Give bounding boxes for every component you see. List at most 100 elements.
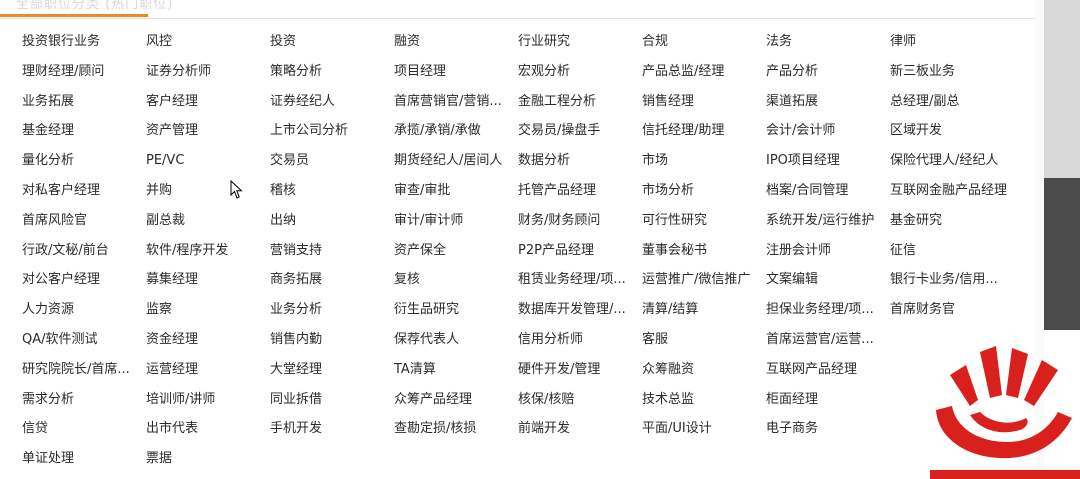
job-category-link[interactable]: 基金经理 [22,119,146,149]
job-category-link[interactable]: 业务拓展 [22,90,146,120]
job-category-link[interactable]: 证券经纪人 [270,90,394,120]
job-category-link[interactable]: 总经理/副总 [890,90,1014,120]
job-category-link[interactable]: 衍生品研究 [394,298,518,328]
job-category-link[interactable]: 客户经理 [146,90,270,120]
job-category-link[interactable]: 合规 [642,30,766,60]
job-category-link[interactable]: 运营经理 [146,358,270,388]
job-category-link[interactable]: 风控 [146,30,270,60]
job-category-link[interactable]: 资金经理 [146,328,270,358]
job-category-link[interactable]: 众筹产品经理 [394,388,518,418]
job-category-link[interactable]: 需求分析 [22,388,146,418]
job-category-link[interactable]: 业务分析 [270,298,394,328]
job-category-link[interactable]: 稽核 [270,179,394,209]
job-category-link[interactable]: 证券分析师 [146,60,270,90]
job-category-link[interactable]: 会计/会计师 [766,119,890,149]
job-category-link[interactable]: 对公客户经理 [22,268,146,298]
job-category-link[interactable]: 行业研究 [518,30,642,60]
job-category-link[interactable]: 核保/核赔 [518,388,642,418]
job-category-link[interactable]: 前端开发 [518,417,642,447]
job-category-link[interactable]: 柜面经理 [766,388,890,418]
category-tab-title[interactable]: 全部职位分类 (热门职位) [16,0,173,12]
job-category-link[interactable]: 众筹融资 [642,358,766,388]
job-category-link[interactable]: 可行性研究 [642,209,766,239]
job-category-link[interactable]: 投资 [270,30,394,60]
job-category-link[interactable]: TA清算 [394,358,518,388]
job-category-link[interactable]: 财务/财务顾问 [518,209,642,239]
job-category-link[interactable]: 文案编辑 [766,268,890,298]
job-category-link[interactable]: 项目经理 [394,60,518,90]
job-category-link[interactable]: 投资银行业务 [22,30,146,60]
job-category-link[interactable]: 技术总监 [642,388,766,418]
job-category-link[interactable]: 人力资源 [22,298,146,328]
job-category-link[interactable]: 首席运营官/运营... [766,328,890,358]
job-category-link[interactable]: 出市代表 [146,417,270,447]
job-category-link[interactable]: 硬件开发/管理 [518,358,642,388]
job-category-link[interactable]: 平面/UI设计 [642,417,766,447]
job-category-link[interactable]: 电子商务 [766,417,890,447]
job-category-link[interactable]: 并购 [146,179,270,209]
job-category-link[interactable]: 对私客户经理 [22,179,146,209]
job-category-link[interactable]: IPO项目经理 [766,149,890,179]
job-category-link[interactable]: 客服 [642,328,766,358]
job-category-link[interactable]: 金融工程分析 [518,90,642,120]
job-category-link[interactable]: 信用分析师 [518,328,642,358]
job-category-link[interactable]: 审查/审批 [394,179,518,209]
job-category-link[interactable]: 保险代理人/经纪人 [890,149,1014,179]
job-category-link[interactable]: 行政/文秘/前台 [22,239,146,269]
job-category-link[interactable]: 承揽/承销/承做 [394,119,518,149]
job-category-link[interactable]: 软件/程序开发 [146,239,270,269]
job-category-link[interactable]: 市场分析 [642,179,766,209]
job-category-link[interactable]: 募集经理 [146,268,270,298]
job-category-link[interactable]: 注册会计师 [766,239,890,269]
job-category-link[interactable]: 互联网产品经理 [766,358,890,388]
job-category-link[interactable]: 销售经理 [642,90,766,120]
job-category-link[interactable]: 宏观分析 [518,60,642,90]
job-category-link[interactable]: 首席风险官 [22,209,146,239]
job-category-link[interactable]: 上市公司分析 [270,119,394,149]
job-category-link[interactable]: 新三板业务 [890,60,1014,90]
job-category-link[interactable]: 理财经理/顾问 [22,60,146,90]
job-category-link[interactable]: 律师 [890,30,1014,60]
job-category-link[interactable]: 策略分析 [270,60,394,90]
job-category-link[interactable]: 数据库开发管理/... [518,298,642,328]
job-category-link[interactable]: 担保业务经理/项... [766,298,890,328]
job-category-link[interactable]: 运营推广/微信推广 [642,268,766,298]
job-category-link[interactable]: 清算/结算 [642,298,766,328]
job-category-link[interactable]: 查勘定损/核损 [394,417,518,447]
job-category-link[interactable]: PE/VC [146,149,270,179]
job-category-link[interactable]: 同业拆借 [270,388,394,418]
job-category-link[interactable]: QA/软件测试 [22,328,146,358]
job-category-link[interactable]: 培训师/讲师 [146,388,270,418]
job-category-link[interactable]: 审计/审计师 [394,209,518,239]
job-category-link[interactable]: 租赁业务经理/项... [518,268,642,298]
job-category-link[interactable]: 融资 [394,30,518,60]
job-category-link[interactable]: 商务拓展 [270,268,394,298]
job-category-link[interactable]: 交易员 [270,149,394,179]
job-category-link[interactable]: 互联网金融产品经理 [890,179,1014,209]
job-category-link[interactable]: 量化分析 [22,149,146,179]
job-category-link[interactable]: P2P产品经理 [518,239,642,269]
job-category-link[interactable]: 副总裁 [146,209,270,239]
job-category-link[interactable]: 研究院院长/首席... [22,358,146,388]
job-category-link[interactable]: 市场 [642,149,766,179]
job-category-link[interactable]: 渠道拓展 [766,90,890,120]
job-category-link[interactable]: 系统开发/运行维护 [766,209,890,239]
job-category-link[interactable]: 产品总监/经理 [642,60,766,90]
job-category-link[interactable]: 区域开发 [890,119,1014,149]
job-category-link[interactable]: 托管产品经理 [518,179,642,209]
job-category-link[interactable]: 首席营销官/营销... [394,90,518,120]
job-category-link[interactable]: 营销支持 [270,239,394,269]
job-category-link[interactable]: 保荐代表人 [394,328,518,358]
job-category-link[interactable]: 期货经纪人/居间人 [394,149,518,179]
job-category-link[interactable]: 数据分析 [518,149,642,179]
job-category-link[interactable]: 手机开发 [270,417,394,447]
job-category-link[interactable]: 产品分析 [766,60,890,90]
job-category-link[interactable]: 单证处理 [22,447,146,477]
job-category-link[interactable]: 法务 [766,30,890,60]
job-category-link[interactable]: 信贷 [22,417,146,447]
job-category-link[interactable]: 大堂经理 [270,358,394,388]
job-category-link[interactable]: 资产保全 [394,239,518,269]
job-category-link[interactable]: 首席财务官 [890,298,1014,328]
job-category-link[interactable]: 信托经理/助理 [642,119,766,149]
job-category-link[interactable]: 资产管理 [146,119,270,149]
